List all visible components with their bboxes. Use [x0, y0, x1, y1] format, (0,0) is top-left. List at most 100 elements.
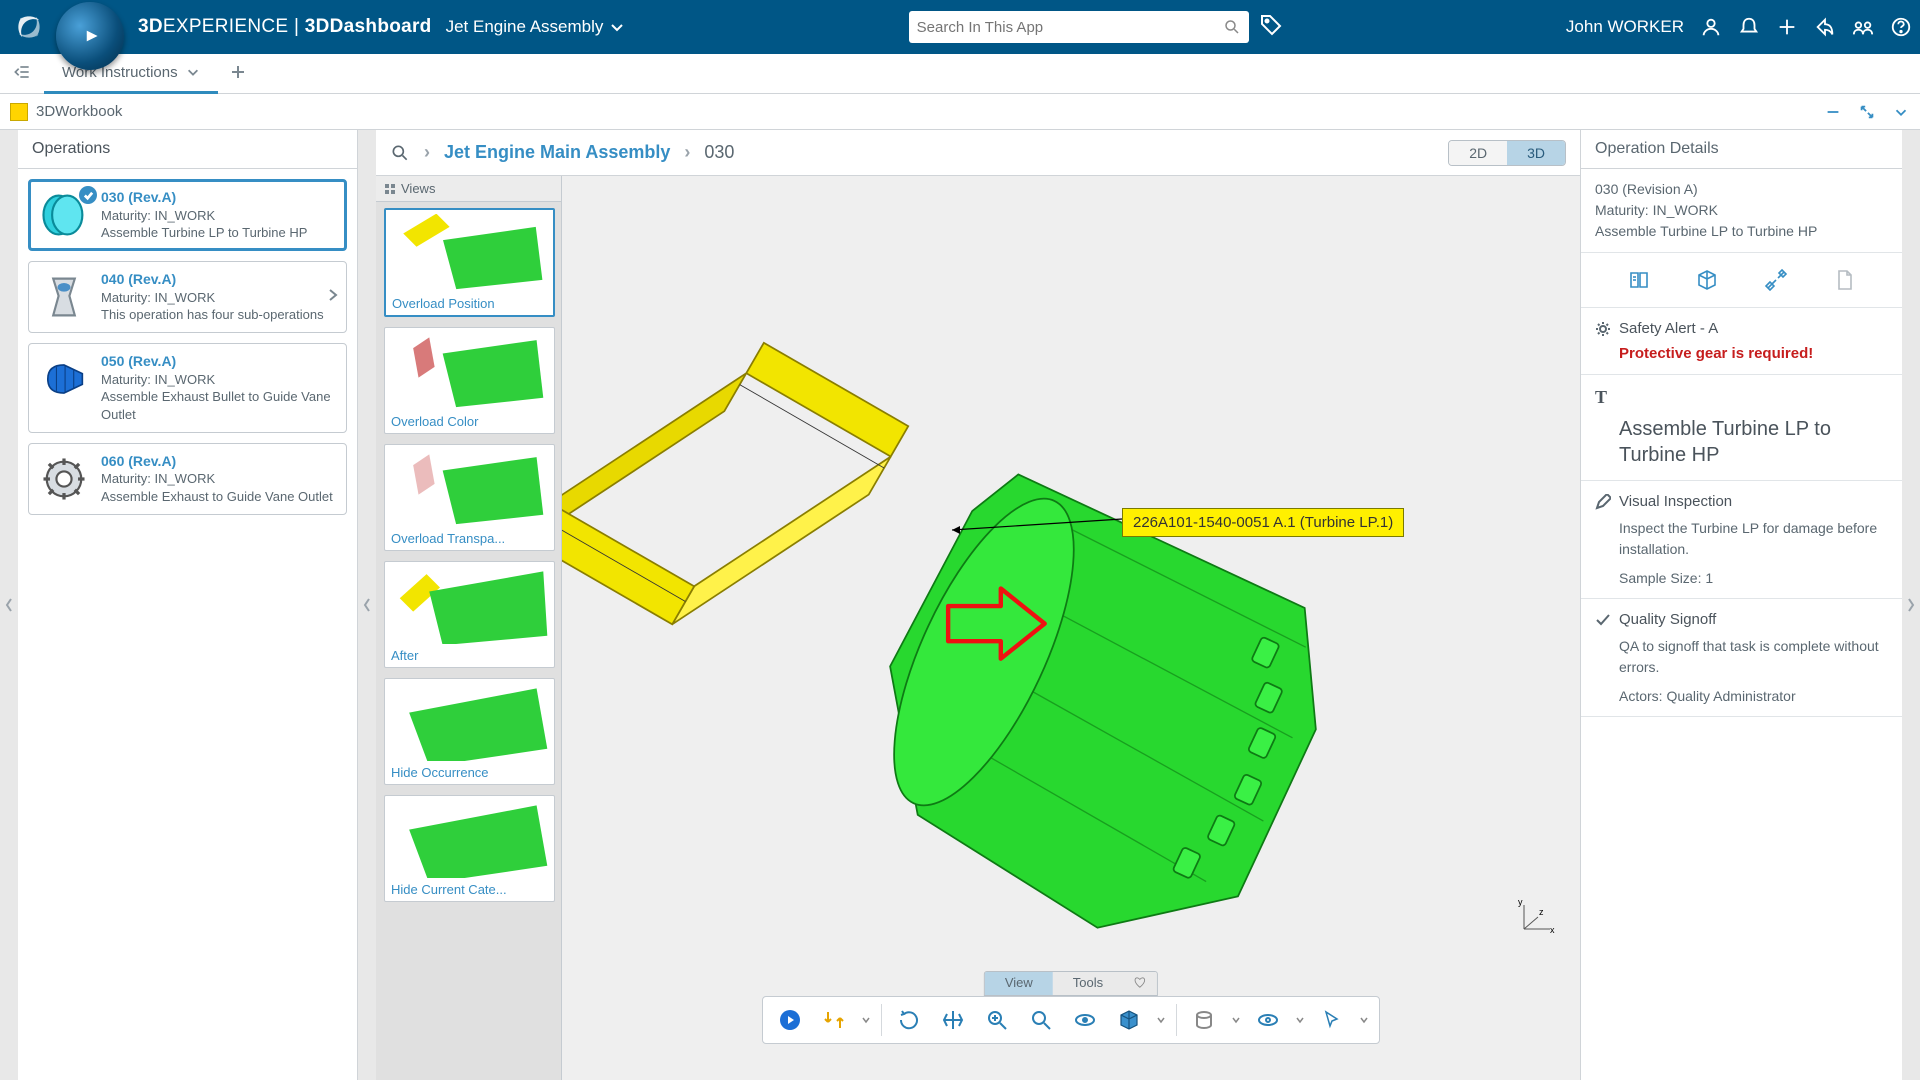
callout-leader — [952, 516, 1127, 534]
checkmark-icon — [79, 186, 97, 204]
play-compass-button[interactable] — [773, 1003, 807, 1037]
operation-maturity: Maturity: IN_WORK — [101, 371, 336, 389]
chevron-down-icon — [609, 19, 625, 35]
details-summary: 030 (Revision A) Maturity: IN_WORK Assem… — [1581, 169, 1902, 253]
collapse-icon[interactable] — [1858, 103, 1876, 121]
context-dropdown[interactable]: Jet Engine Assembly — [446, 17, 626, 37]
operation-maturity: Maturity: IN_WORK — [101, 207, 307, 225]
look-at-button[interactable] — [1068, 1003, 1102, 1037]
widget-title: 3DWorkbook — [36, 103, 122, 120]
operation-desc: Assemble Exhaust Bullet to Guide Vane Ou… — [101, 388, 336, 423]
tools-tab-icon[interactable] — [1761, 265, 1791, 295]
search-input[interactable] — [917, 19, 1223, 36]
text-icon: T — [1595, 387, 1607, 408]
parts-tab-icon[interactable] — [1692, 265, 1722, 295]
operation-desc: This operation has four sub-operations — [101, 306, 324, 324]
cylinder-button[interactable] — [1187, 1003, 1221, 1037]
instruction-text-section: T Assemble Turbine LP to Turbine HP — [1581, 375, 1902, 481]
operation-card-030[interactable]: 030 (Rev.A) Maturity: IN_WORK Assemble T… — [28, 179, 347, 251]
chevron-down-icon[interactable] — [186, 65, 200, 79]
signoff-body: QA to signoff that task is complete with… — [1595, 636, 1888, 678]
share-icon[interactable] — [1814, 16, 1836, 38]
profile-icon[interactable] — [1700, 16, 1722, 38]
notification-icon[interactable] — [1738, 16, 1760, 38]
view-thumb-hide-current-category[interactable]: Hide Current Cate... — [384, 795, 555, 902]
view-label: Hide Current Cate... — [389, 878, 550, 897]
search-icon[interactable] — [390, 143, 410, 163]
tab-bar: Work Instructions — [0, 54, 1920, 94]
breadcrumb-sep: › — [684, 142, 690, 163]
view-thumb-overload-color[interactable]: Overload Color — [384, 327, 555, 434]
user-zone: John WORKER — [1566, 16, 1912, 38]
view-label: Overload Transpa... — [389, 527, 550, 546]
chevron-down-icon[interactable] — [1892, 103, 1910, 121]
dropdown-caret-icon[interactable] — [1359, 1012, 1369, 1029]
zoom-button[interactable] — [980, 1003, 1014, 1037]
breadcrumb-root[interactable]: Jet Engine Main Assembly — [444, 142, 670, 163]
right-collapse-handle[interactable] — [1902, 130, 1920, 1080]
document-tab-icon[interactable] — [1829, 265, 1859, 295]
help-icon[interactable] — [1890, 16, 1912, 38]
viewer-toolbar — [762, 996, 1380, 1044]
pan-button[interactable] — [936, 1003, 970, 1037]
dropdown-caret-icon[interactable] — [1295, 1012, 1305, 1029]
toggle-3d[interactable]: 3D — [1507, 141, 1565, 165]
instructions-tab-icon[interactable] — [1624, 265, 1654, 295]
tab-view[interactable]: View — [985, 972, 1053, 995]
chevron-right-icon[interactable] — [326, 288, 340, 306]
search-icon[interactable] — [1223, 18, 1241, 36]
details-header: Operation Details — [1581, 130, 1902, 169]
instruction-title: Assemble Turbine LP to Turbine HP — [1595, 416, 1888, 468]
view-thumb-hide-occurrence[interactable]: Hide Occurrence — [384, 678, 555, 785]
user-name[interactable]: John WORKER — [1566, 17, 1684, 37]
view-thumb-after[interactable]: After — [384, 561, 555, 668]
dropdown-caret-icon[interactable] — [1231, 1012, 1241, 1029]
add-icon[interactable] — [1776, 16, 1798, 38]
part-callout[interactable]: 226A101-1540-0051 A.1 (Turbine LP.1) — [1122, 508, 1404, 537]
operation-card-060[interactable]: 060 (Rev.A) Maturity: IN_WORK Assemble E… — [28, 443, 347, 515]
collab-icon[interactable] — [1852, 16, 1874, 38]
operation-card-050[interactable]: 050 (Rev.A) Maturity: IN_WORK Assemble E… — [28, 343, 347, 433]
views-collapse-handle[interactable] — [358, 130, 376, 1080]
gear-icon — [1595, 321, 1611, 337]
center-panel: › Jet Engine Main Assembly › 030 2D 3D V… — [376, 130, 1580, 1080]
widget-header: 3DWorkbook — [0, 94, 1920, 130]
favorite-icon[interactable] — [1123, 972, 1157, 995]
rotate-button[interactable] — [892, 1003, 926, 1037]
search-box[interactable] — [909, 11, 1249, 43]
tag-icon[interactable] — [1259, 13, 1283, 41]
minimize-icon[interactable] — [1824, 103, 1842, 121]
grid-icon — [384, 183, 396, 195]
operations-panel: Operations 030 (Rev.A) Maturity: IN_WORK… — [18, 130, 358, 1080]
dropdown-caret-icon[interactable] — [861, 1012, 871, 1029]
cube-view-button[interactable] — [1112, 1003, 1146, 1037]
visual-inspection-section: Visual Inspection Inspect the Turbine LP… — [1581, 481, 1902, 599]
add-tab-button[interactable] — [230, 64, 246, 84]
left-collapse-handle[interactable] — [0, 130, 18, 1080]
view-thumb-overload-position[interactable]: Overload Position — [384, 208, 555, 317]
views-strip: Views Overload Position Overload Color O… — [376, 176, 562, 1080]
compass-button[interactable] — [56, 2, 124, 70]
view-label: Overload Position — [390, 292, 549, 311]
3d-viewport[interactable]: 226A101-1540-0051 A.1 (Turbine LP.1) yxz… — [562, 176, 1580, 1080]
select-cursor-button[interactable] — [1315, 1003, 1349, 1037]
dropdown-caret-icon[interactable] — [1156, 1012, 1166, 1029]
operation-maturity: Maturity: IN_WORK — [101, 289, 324, 307]
operation-desc: Assemble Exhaust to Guide Vane Outlet — [101, 488, 333, 506]
operation-card-040[interactable]: 040 (Rev.A) Maturity: IN_WORK This opera… — [28, 261, 347, 333]
views-tab[interactable]: Views — [376, 176, 561, 202]
visibility-button[interactable] — [1251, 1003, 1285, 1037]
view-thumb-overload-transparency[interactable]: Overload Transpa... — [384, 444, 555, 551]
details-tab-icons — [1581, 253, 1902, 308]
swap-button[interactable] — [817, 1003, 851, 1037]
tabs-menu-icon[interactable] — [12, 62, 32, 86]
breadcrumb-current: 030 — [704, 142, 734, 163]
tab-tools[interactable]: Tools — [1053, 972, 1123, 995]
toggle-2d[interactable]: 2D — [1449, 141, 1507, 165]
operations-list: 030 (Rev.A) Maturity: IN_WORK Assemble T… — [18, 169, 357, 525]
operation-title: 060 (Rev.A) — [101, 452, 333, 471]
zoom-area-button[interactable] — [1024, 1003, 1058, 1037]
breadcrumb-sep: › — [424, 142, 430, 163]
safety-alert-section: Safety Alert - A Protective gear is requ… — [1581, 308, 1902, 375]
view-label: Overload Color — [389, 410, 550, 429]
